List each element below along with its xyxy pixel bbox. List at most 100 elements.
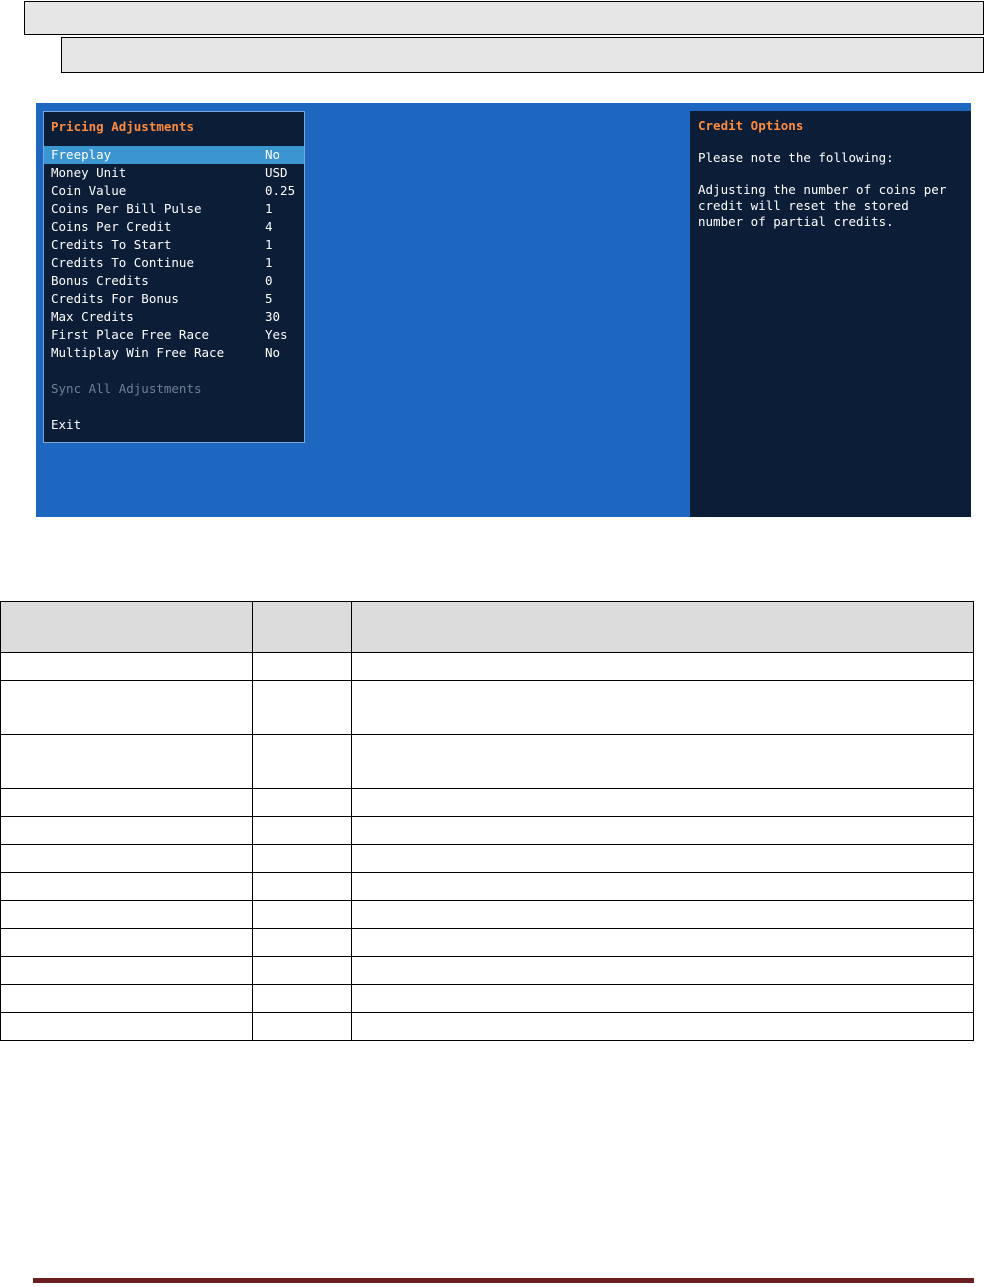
menu-item-value: 1 <box>265 255 273 270</box>
table-cell <box>0 816 253 845</box>
table-cell <box>252 734 352 789</box>
table-row <box>0 844 974 873</box>
table-cell <box>351 872 974 901</box>
table-row <box>0 788 974 817</box>
menu-item-credits-to-continue[interactable]: Credits To Continue 1 <box>44 254 304 272</box>
table-cell <box>0 872 253 901</box>
table-row <box>0 984 974 1013</box>
table-cell <box>351 734 974 789</box>
game-screen: Pricing Adjustments Freeplay No Money Un… <box>36 103 971 517</box>
table-row <box>0 680 974 735</box>
sync-all-adjustments-label: Sync All Adjustments <box>51 381 202 396</box>
menu-items: Freeplay No Money Unit USD Coin Value 0.… <box>44 146 304 434</box>
table-cell <box>252 928 352 957</box>
menu-item-label: Coin Value <box>51 183 127 198</box>
menu-item-label: Credits To Continue <box>51 255 194 270</box>
menu-item-value: USD <box>265 165 288 180</box>
table-cell <box>351 984 974 1013</box>
table-cell <box>351 816 974 845</box>
menu-item-freeplay[interactable]: Freeplay No <box>44 146 304 164</box>
table-header-cell <box>351 601 974 653</box>
menu-item-coins-per-bill-pulse[interactable]: Coins Per Bill Pulse 1 <box>44 200 304 218</box>
menu-item-label: Credits To Start <box>51 237 172 252</box>
table-cell <box>252 816 352 845</box>
table-cell <box>252 984 352 1013</box>
table-cell <box>252 680 352 735</box>
menu-item-multiplay-win-free-race[interactable]: Multiplay Win Free Race No <box>44 344 304 362</box>
menu-item-credits-for-bonus[interactable]: Credits For Bonus 5 <box>44 290 304 308</box>
table-cell <box>252 844 352 873</box>
info-text: Please note the following: Adjusting the… <box>698 150 947 229</box>
menu-spacer <box>44 398 304 416</box>
menu-item-value: No <box>265 147 281 162</box>
menu-item-label: Coins Per Bill Pulse <box>51 201 202 216</box>
table-cell <box>0 984 253 1013</box>
menu-item-value: 0 <box>265 273 273 288</box>
menu-item-coins-per-credit[interactable]: Coins Per Credit 4 <box>44 218 304 236</box>
menu-item-value: No <box>265 345 281 360</box>
subheader-bar <box>61 37 984 73</box>
table-cell <box>252 1012 352 1041</box>
table-cell <box>351 788 974 817</box>
menu-item-first-place-free-race[interactable]: First Place Free Race Yes <box>44 326 304 344</box>
table-cell <box>252 956 352 985</box>
info-title: Credit Options <box>698 118 804 133</box>
footer-rule <box>33 1278 974 1283</box>
table-cell <box>0 844 253 873</box>
menu-item-label: Money Unit <box>51 165 127 180</box>
table-row <box>0 872 974 901</box>
table-cell <box>0 734 253 789</box>
table-cell <box>351 928 974 957</box>
table-header-cell <box>0 601 253 653</box>
table-row <box>0 900 974 929</box>
table-cell <box>351 900 974 929</box>
menu-item-label: Multiplay Win Free Race <box>51 345 225 360</box>
table-header-row <box>0 601 974 653</box>
table-row <box>0 1012 974 1041</box>
table-cell <box>0 900 253 929</box>
table-cell <box>351 652 974 681</box>
table-cell <box>0 956 253 985</box>
menu-item-value: 5 <box>265 291 273 306</box>
table-row <box>0 928 974 957</box>
table-row <box>0 816 974 845</box>
exit-label: Exit <box>51 417 82 432</box>
table-cell <box>252 900 352 929</box>
table-cell <box>0 788 253 817</box>
table-cell <box>0 680 253 735</box>
table-cell <box>252 872 352 901</box>
table-row <box>0 956 974 985</box>
menu-item-label: Coins Per Credit <box>51 219 172 234</box>
menu-item-label: Max Credits <box>51 309 134 324</box>
menu-item-money-unit[interactable]: Money Unit USD <box>44 164 304 182</box>
table-row <box>0 734 974 789</box>
menu-item-coin-value[interactable]: Coin Value 0.25 <box>44 182 304 200</box>
menu-item-label: First Place Free Race <box>51 327 210 342</box>
table-cell <box>351 844 974 873</box>
table-cell <box>252 788 352 817</box>
table-cell <box>252 652 352 681</box>
menu-item-label: Freeplay <box>51 147 112 162</box>
table-cell <box>351 1012 974 1041</box>
menu-spacer <box>44 362 304 380</box>
menu-item-value: 4 <box>265 219 273 234</box>
exit-item[interactable]: Exit <box>44 416 304 434</box>
table-cell <box>351 680 974 735</box>
table-cell <box>0 928 253 957</box>
menu-item-credits-to-start[interactable]: Credits To Start 1 <box>44 236 304 254</box>
table-header-cell <box>252 601 352 653</box>
menu-item-value: 0.25 <box>265 183 296 198</box>
menu-item-max-credits[interactable]: Max Credits 30 <box>44 308 304 326</box>
menu-item-bonus-credits[interactable]: Bonus Credits 0 <box>44 272 304 290</box>
adjustments-table <box>0 601 974 1041</box>
credit-options-panel: Credit Options Please note the following… <box>690 111 971 517</box>
pricing-adjustments-menu: Pricing Adjustments Freeplay No Money Un… <box>43 111 305 443</box>
menu-item-label: Credits For Bonus <box>51 291 179 306</box>
menu-item-value: 1 <box>265 237 273 252</box>
table-cell <box>0 1012 253 1041</box>
table-cell <box>351 956 974 985</box>
menu-item-value: 30 <box>265 309 281 324</box>
menu-item-value: 1 <box>265 201 273 216</box>
table-cell <box>0 652 253 681</box>
menu-item-label: Bonus Credits <box>51 273 149 288</box>
